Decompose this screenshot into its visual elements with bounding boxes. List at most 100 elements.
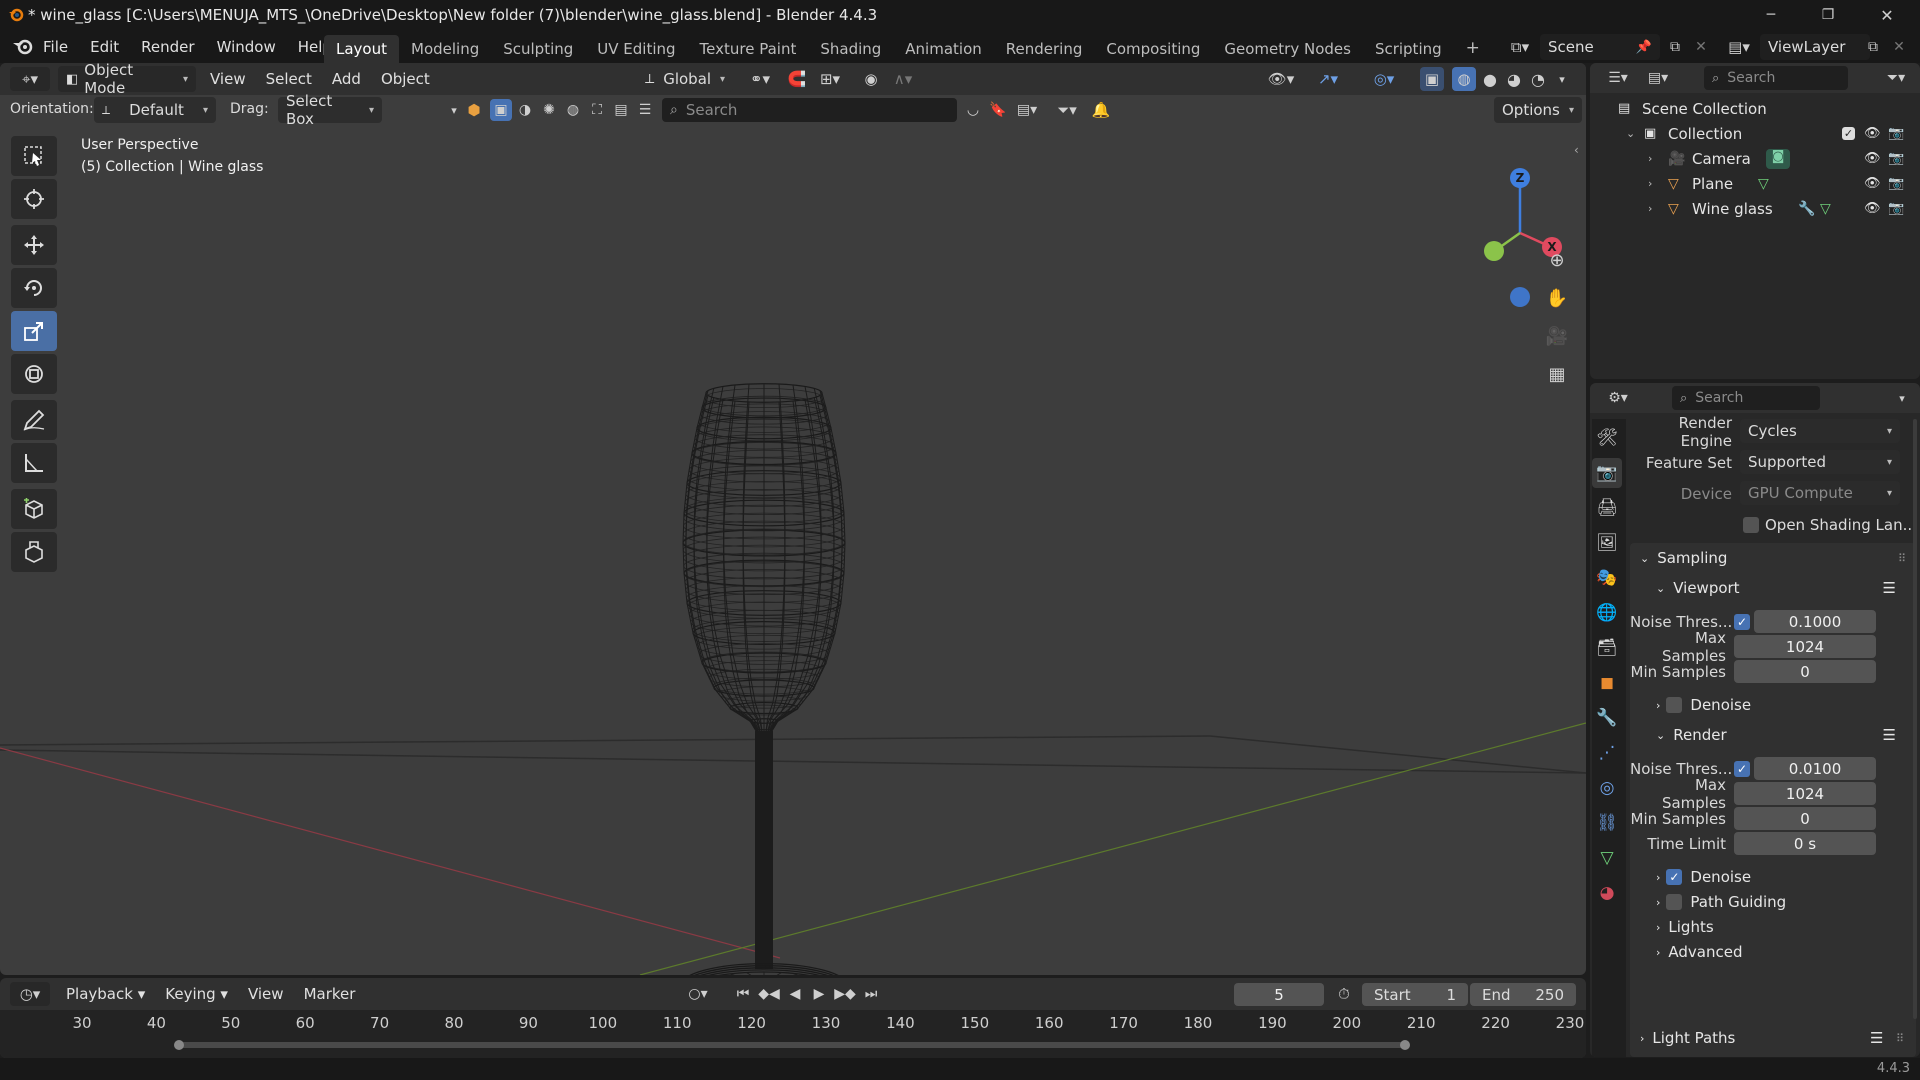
outliner-row-collection[interactable]: ⌄ ▣ Collection ✓ 👁 📷 — [1590, 121, 1920, 146]
add-workspace-button[interactable]: + — [1454, 33, 1492, 63]
gizmo-neg-z-handle[interactable] — [1510, 287, 1530, 307]
blender-menu-icon[interactable] — [12, 36, 34, 60]
delete-view-layer-icon[interactable]: ✕ — [1888, 36, 1910, 58]
outliner-row-wine-glass[interactable]: › ▽ Wine glass 🔧 ▽ 👁 📷 — [1590, 196, 1920, 221]
outliner-row-scene-collection[interactable]: ▤ Scene Collection — [1590, 96, 1920, 121]
camera-view-icon[interactable]: 🎥 — [1540, 319, 1574, 353]
timeline-menu-marker[interactable]: Marker — [294, 985, 366, 1003]
proportional-edit-icon[interactable]: ◉ — [858, 67, 884, 91]
next-keyframe-icon[interactable]: ▶◆ — [832, 982, 858, 1006]
view-layer-tab-icon[interactable]: 🖼 — [1592, 528, 1622, 558]
scrollbar-start-handle[interactable] — [174, 1040, 184, 1050]
properties-scrollbar[interactable] — [1913, 419, 1917, 1019]
filter-icon[interactable]: ⏷▾ — [1050, 99, 1084, 121]
collection-checkbox[interactable]: ✓ — [1842, 127, 1855, 140]
play-icon[interactable]: ▶ — [808, 982, 830, 1006]
render-tab-icon[interactable]: 📷 — [1592, 458, 1622, 488]
new-scene-icon[interactable]: ⧉ — [1664, 36, 1686, 58]
stopwatch-icon[interactable]: ⏱ — [1332, 982, 1356, 1006]
time-limit-field[interactable]: 0 s — [1734, 832, 1876, 855]
viewport-menu-object[interactable]: Object — [371, 70, 440, 88]
ortho-grid-icon[interactable]: ▦ — [1540, 357, 1574, 391]
presets-list-icon[interactable]: ☰ — [1870, 1029, 1883, 1047]
menu-window[interactable]: Window — [206, 38, 287, 56]
object-mode-dropdown[interactable]: ◧ Object Mode ▾ — [58, 63, 196, 97]
gizmo-toggle-icon[interactable]: ↗▾ — [1306, 67, 1350, 91]
data-tab-icon[interactable]: ▽ — [1592, 843, 1622, 873]
cursor-tool[interactable] — [11, 179, 57, 219]
menu-edit[interactable]: Edit — [79, 38, 130, 56]
solid-shading-icon[interactable]: ● — [1478, 67, 1502, 91]
selectability-camera-icon[interactable]: ⛶ — [586, 99, 608, 121]
view-layer-selector[interactable]: ViewLayer — [1760, 34, 1870, 60]
timeline-editor-type-icon[interactable]: ◷▾ — [10, 982, 50, 1006]
properties-editor-type-icon[interactable]: ⚙▾ — [1600, 386, 1636, 410]
collection-tab-icon[interactable]: 🗃 — [1592, 633, 1622, 663]
particles-tab-icon[interactable]: ⋰ — [1592, 738, 1622, 768]
minimize-button[interactable]: ─ — [1750, 0, 1792, 30]
drag-dropdown[interactable]: Select Box ▾ — [278, 92, 382, 128]
pin-icon[interactable]: 📌 — [1636, 40, 1652, 55]
render-camera-icon[interactable]: 📷 — [1888, 151, 1904, 166]
menu-render[interactable]: Render — [130, 38, 205, 56]
eye-icon[interactable]: 👁 — [1864, 201, 1881, 216]
tab-compositing[interactable]: Compositing — [1094, 35, 1212, 63]
extrude-tool[interactable] — [11, 532, 57, 572]
output-tab-icon[interactable]: 🖨 — [1592, 493, 1622, 523]
3d-viewport[interactable]: ⌖▾ ◧ Object Mode ▾ View Select Add Objec… — [0, 63, 1586, 975]
render-max-samples-field[interactable]: 1024 — [1734, 782, 1876, 805]
object-types-icon[interactable]: ⬢ — [464, 99, 484, 121]
render-camera-icon[interactable]: 📷 — [1888, 201, 1904, 216]
tool-tab-icon[interactable]: 🛠 — [1592, 423, 1622, 453]
timeline-menu-playback[interactable]: Playback ▾ — [56, 985, 155, 1003]
selectability-other-icon[interactable]: ☰ — [634, 99, 656, 121]
viewport-menu-add[interactable]: Add — [322, 70, 371, 88]
measure-tool[interactable] — [11, 443, 57, 483]
visibility-icon[interactable]: 👁▾ — [1262, 67, 1300, 91]
timeline-menu-view[interactable]: View — [238, 985, 294, 1003]
selectability-world-icon[interactable]: ◍ — [562, 99, 584, 121]
move-tool[interactable] — [11, 225, 57, 265]
viewport-subpanel-header[interactable]: ⌄ Viewport ☰ — [1630, 573, 1916, 603]
tab-modeling[interactable]: Modeling — [399, 35, 491, 63]
constraints-tab-icon[interactable]: ⛓ — [1592, 808, 1622, 838]
mesh-data-icon[interactable]: ▽ — [1820, 201, 1831, 217]
editor-type-icon[interactable]: ⌖▾ — [10, 67, 50, 91]
play-reverse-icon[interactable]: ◀ — [784, 982, 806, 1006]
timeline-track-area[interactable]: 30 40 50 60 70 80 90 100 110 120 130 140 150 160 170 18… — [0, 1010, 1586, 1058]
selectability-shade-icon[interactable]: ◑ — [514, 99, 536, 121]
annotate-tool[interactable] — [11, 400, 57, 440]
device-dropdown[interactable]: GPU Compute ▾ — [1740, 481, 1900, 505]
scene-selector[interactable]: Scene 📌 — [1540, 34, 1660, 60]
zoom-icon[interactable]: ⊕ — [1540, 243, 1574, 277]
eye-icon[interactable]: 👁 — [1864, 126, 1881, 141]
sidebar-toggle-icon[interactable]: ‹ — [1574, 143, 1579, 157]
world-tab-icon[interactable]: 🌐 — [1592, 598, 1622, 628]
snap-target-icon[interactable]: ⊞▾ — [812, 67, 848, 91]
tab-geometry-nodes[interactable]: Geometry Nodes — [1212, 35, 1363, 63]
pivot-point-icon[interactable]: ⚭▾ — [742, 67, 778, 91]
render-noise-checkbox[interactable]: ✓ — [1734, 760, 1750, 777]
tool-search-field[interactable]: ⌕ Search — [662, 98, 957, 122]
scrollbar-end-handle[interactable] — [1400, 1040, 1410, 1050]
mesh-data-icon[interactable]: ▽ — [1758, 176, 1769, 192]
presets-list-icon[interactable]: ☰ — [1883, 726, 1896, 744]
path-guiding-checkbox[interactable] — [1666, 894, 1683, 910]
chevron-down-icon[interactable]: ▾ — [1890, 386, 1914, 410]
render-subpanel-header[interactable]: ⌄ Render ☰ — [1630, 720, 1916, 750]
jump-end-icon[interactable]: ⏭ — [860, 982, 882, 1006]
render-camera-icon[interactable]: 📷 — [1888, 176, 1904, 191]
maximize-button[interactable]: ❐ — [1807, 0, 1849, 30]
tab-uv-editing[interactable]: UV Editing — [585, 35, 687, 63]
options-dropdown[interactable]: Options ▾ — [1494, 97, 1582, 123]
tab-rendering[interactable]: Rendering — [994, 35, 1095, 63]
chevron-right-icon[interactable]: › — [1648, 152, 1652, 165]
render-engine-dropdown[interactable]: Cycles ▾ — [1740, 419, 1900, 443]
render-denoise-checkbox[interactable]: ✓ — [1666, 869, 1683, 885]
new-view-layer-icon[interactable]: ⧉ — [1862, 36, 1884, 58]
transform-orientation-dropdown[interactable]: ⟂ Global ▾ — [637, 66, 733, 92]
rendered-shading-icon[interactable]: ◔ — [1526, 67, 1550, 91]
timeline-scrollbar[interactable] — [178, 1042, 1408, 1048]
presets-list-icon[interactable]: ☰ — [1883, 579, 1896, 597]
prev-keyframe-icon[interactable]: ◆◀ — [756, 982, 782, 1006]
